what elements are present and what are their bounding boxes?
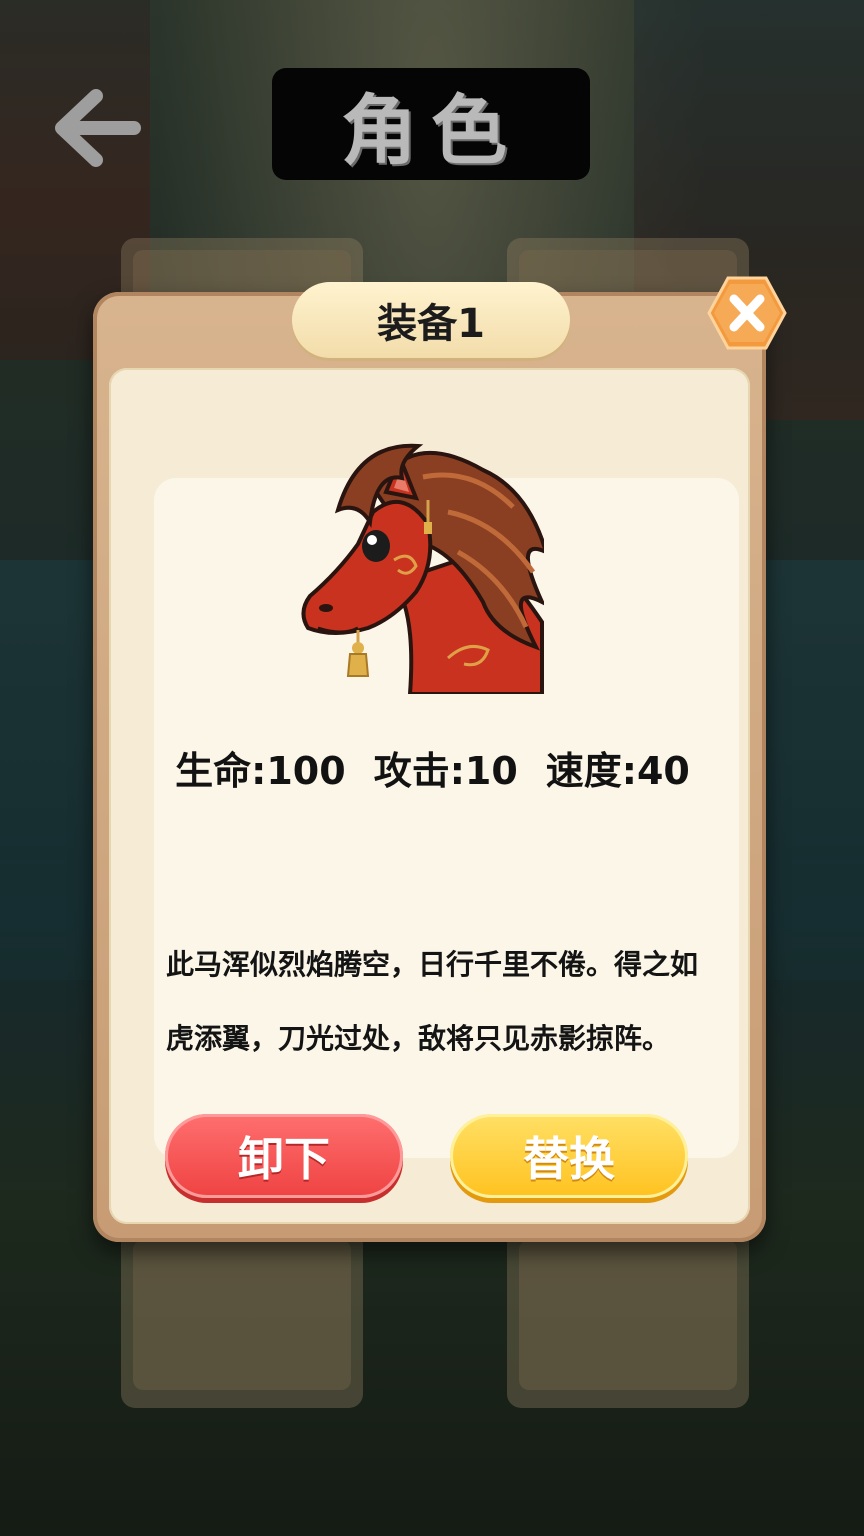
stat-speed: 速度:40: [545, 749, 690, 793]
unequip-button[interactable]: 卸下: [165, 1114, 403, 1198]
red-horse-icon: [298, 432, 550, 696]
back-button[interactable]: [52, 88, 142, 168]
arrow-left-icon: [55, 89, 141, 167]
close-button[interactable]: [706, 274, 788, 352]
equipment-name: 装备1: [377, 301, 485, 347]
stat-hp: 生命:100: [175, 749, 346, 793]
replace-button[interactable]: 替换: [450, 1114, 688, 1198]
equipment-name-tab: 装备1: [292, 282, 570, 358]
page-title-plate: 角色: [272, 68, 590, 180]
equipment-description: 此马浑似烈焰腾空，日行千里不倦。得之如虎添翼，刀光过处，敌将只见赤影掠阵。: [166, 948, 699, 1055]
page-title: 角色: [341, 86, 521, 175]
close-icon: [707, 276, 787, 350]
equipment-stats: 生命:100 攻击:10 速度:40: [140, 740, 725, 795]
stat-attack: 攻击:10: [373, 749, 518, 793]
